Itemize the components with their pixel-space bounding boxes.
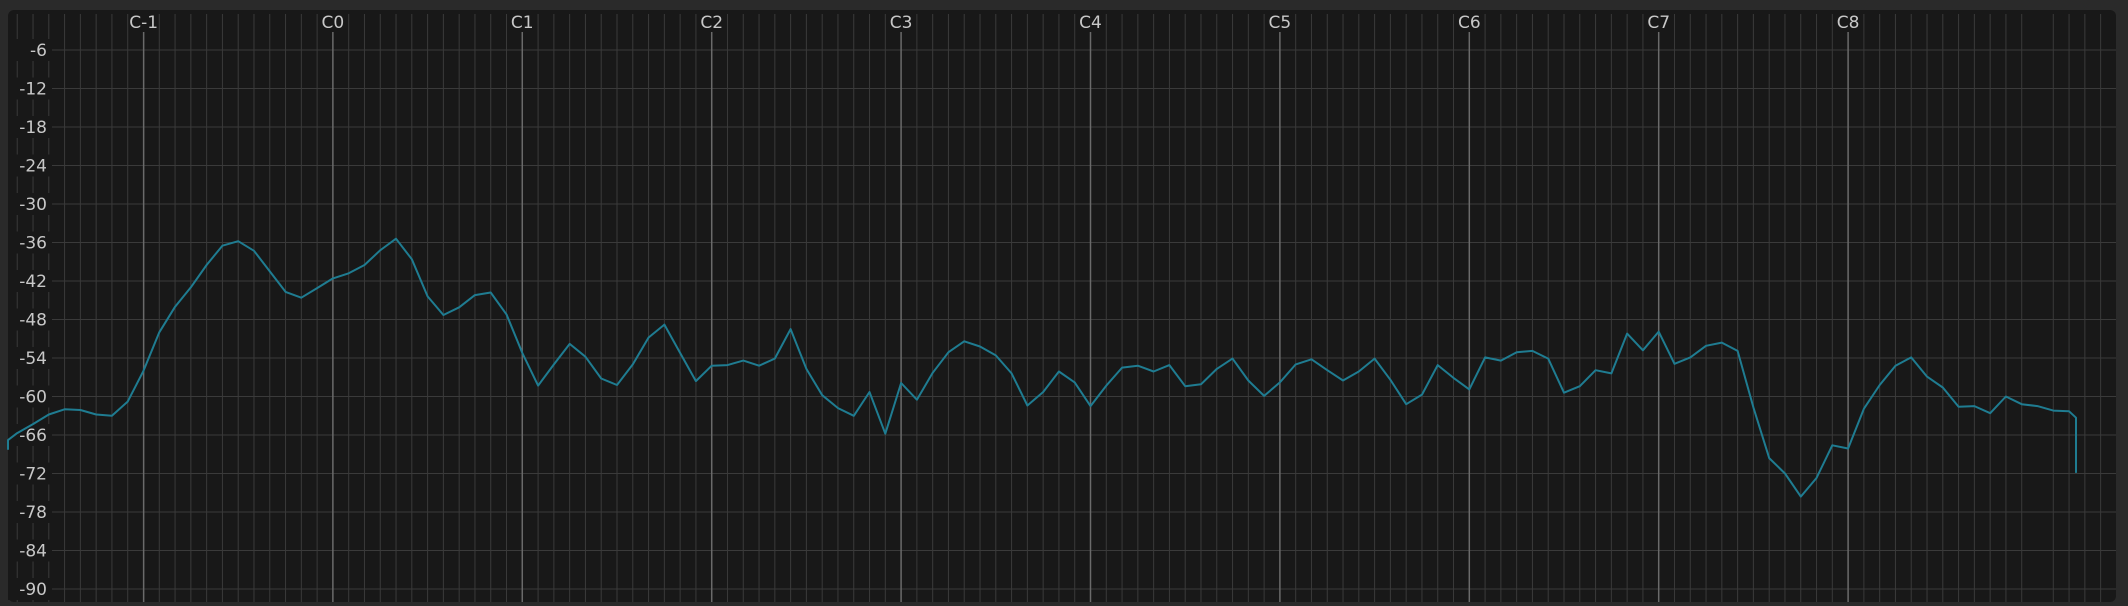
y-tick-label: -42: [19, 272, 47, 292]
x-tick-label: C8: [1837, 13, 1860, 33]
y-tick-label: -60: [19, 388, 47, 408]
x-tick-label: C1: [511, 13, 534, 33]
y-tick-label: -12: [19, 80, 47, 100]
y-tick-label: -84: [19, 542, 47, 562]
y-tick-label: -18: [19, 118, 47, 138]
y-tick-label: -72: [19, 465, 47, 485]
spectrum-analyzer: -6 -12 -18 -24 -30 -36 -42 -48 -54 -60 -66 -72 -78 -8…: [0, 0, 2128, 606]
x-tick-label: C2: [700, 13, 723, 33]
x-tick-label: C-1: [129, 13, 158, 33]
y-tick-label: -48: [19, 311, 47, 331]
y-tick-label: -78: [19, 503, 47, 523]
y-axis-labels: -6-12-18-24-30-36-42-48-54-60-66-72-78-8…: [8, 39, 52, 600]
y-tick-label: -6: [30, 41, 47, 61]
x-tick-label: C0: [322, 13, 345, 33]
y-tick-label: -54: [19, 349, 47, 369]
spectrum-chart: -6-12-18-24-30-36-42-48-54-60-66-72-78-8…: [0, 0, 2128, 606]
y-tick-label: -36: [19, 234, 47, 254]
plot-area: [8, 10, 2116, 602]
x-tick-label: C3: [890, 13, 913, 33]
x-tick-label: C5: [1269, 13, 1292, 33]
y-tick-label: -24: [19, 157, 47, 177]
x-tick-label: C6: [1458, 13, 1481, 33]
x-tick-label: C7: [1647, 13, 1670, 33]
y-tick-label: -90: [19, 580, 47, 600]
x-tick-label: C4: [1079, 13, 1102, 33]
y-tick-label: -30: [19, 195, 47, 215]
